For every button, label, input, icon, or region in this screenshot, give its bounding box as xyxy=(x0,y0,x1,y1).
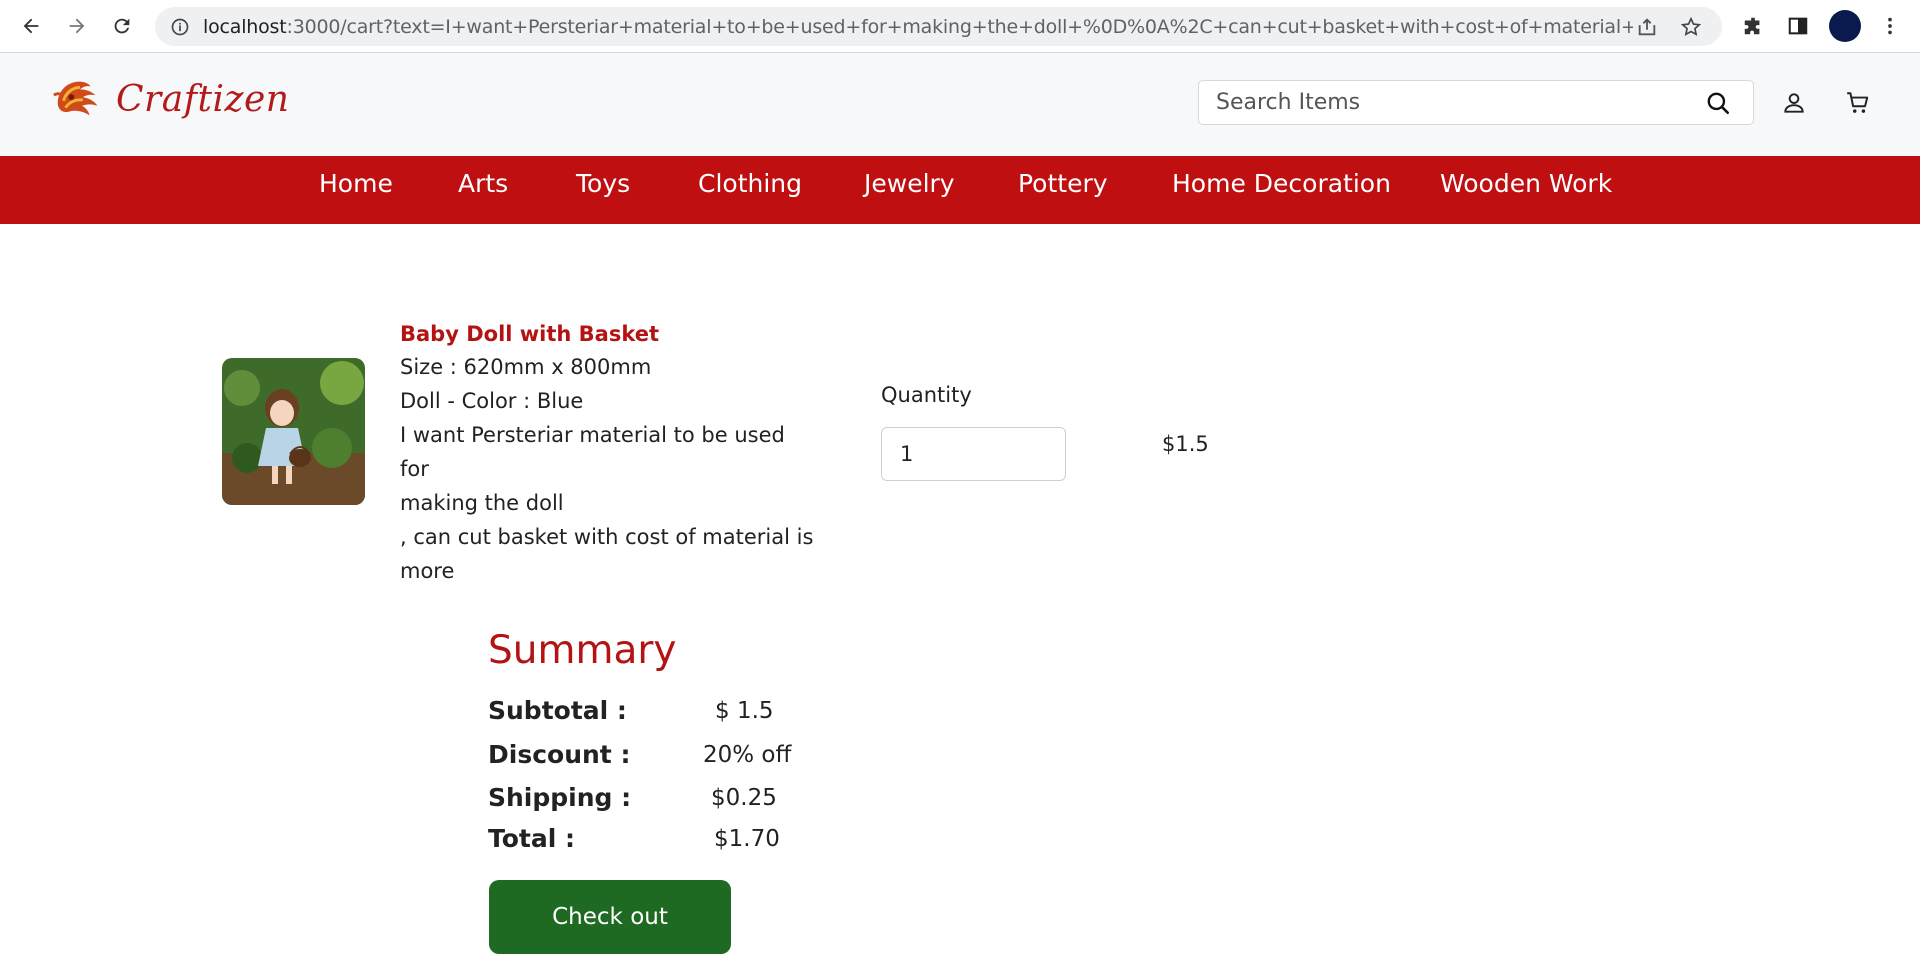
search-bar xyxy=(1198,80,1754,125)
cart-item-details: Baby Doll with Basket Size : 620mm x 800… xyxy=(400,318,820,588)
shipping-label: Shipping : xyxy=(488,783,632,812)
back-button[interactable] xyxy=(16,11,46,41)
discount-value: 20% off xyxy=(703,742,792,768)
nav-item-home[interactable]: Home xyxy=(319,156,393,224)
custom-note-line: making the doll xyxy=(400,491,564,515)
side-panel-icon[interactable] xyxy=(1785,13,1811,39)
shipping-value: $0.25 xyxy=(711,785,777,811)
product-image[interactable] xyxy=(222,358,365,505)
reload-button[interactable] xyxy=(107,11,137,41)
hand-logo-icon xyxy=(53,81,98,116)
quantity-input[interactable] xyxy=(881,427,1066,481)
checkout-button[interactable]: Check out xyxy=(489,880,731,954)
nav-item-jewelry[interactable]: Jewelry xyxy=(864,156,955,224)
profile-avatar[interactable] xyxy=(1829,10,1861,42)
search-icon[interactable] xyxy=(1705,90,1731,116)
site-header: Craftizen xyxy=(0,53,1920,156)
nav-item-home-decoration[interactable]: Home Decoration xyxy=(1172,156,1391,224)
address-bar[interactable]: localhost:3000/cart?text=I+want+Persteri… xyxy=(155,7,1722,46)
user-account-icon[interactable] xyxy=(1781,90,1807,116)
share-icon[interactable] xyxy=(1635,15,1659,39)
total-label: Total : xyxy=(488,824,575,853)
url-text[interactable]: localhost:3000/cart?text=I+want+Persteri… xyxy=(203,16,1633,38)
custom-note-line: , can cut basket with cost of material i… xyxy=(400,525,814,549)
reload-icon xyxy=(114,18,130,34)
nav-item-toys[interactable]: Toys xyxy=(576,156,630,224)
product-size: Size : 620mm x 800mm xyxy=(400,355,652,379)
category-nav: Home Arts Toys Clothing Jewelry Pottery … xyxy=(0,156,1920,224)
item-price: $1.5 xyxy=(1162,432,1209,456)
discount-label: Discount : xyxy=(488,740,631,769)
nav-item-wooden-work[interactable]: Wooden Work xyxy=(1440,156,1612,224)
bookmark-star-icon[interactable] xyxy=(1679,15,1703,39)
subtotal-value: $ 1.5 xyxy=(715,698,774,724)
site-info-icon[interactable] xyxy=(169,16,191,38)
browser-toolbar: localhost:3000/cart?text=I+want+Persteri… xyxy=(0,0,1920,53)
search-input[interactable] xyxy=(1216,90,1686,115)
chrome-menu-icon[interactable] xyxy=(1877,13,1903,39)
subtotal-label: Subtotal : xyxy=(488,696,627,725)
extensions-icon[interactable] xyxy=(1740,13,1766,39)
site-logo[interactable]: Craftizen xyxy=(50,73,289,125)
arrow-left-icon xyxy=(23,18,39,34)
custom-note-line: I want Persteriar material to be used fo… xyxy=(400,423,785,481)
nav-item-pottery[interactable]: Pottery xyxy=(1018,156,1108,224)
quantity-label: Quantity xyxy=(881,383,972,407)
product-title[interactable]: Baby Doll with Basket xyxy=(400,318,820,350)
forward-button[interactable] xyxy=(62,11,92,41)
summary-title: Summary xyxy=(488,628,677,673)
nav-item-clothing[interactable]: Clothing xyxy=(698,156,802,224)
total-value: $1.70 xyxy=(714,826,780,852)
product-color: Doll - Color : Blue xyxy=(400,389,584,413)
arrow-right-icon xyxy=(69,18,85,34)
nav-item-arts[interactable]: Arts xyxy=(458,156,508,224)
logo-text: Craftizen xyxy=(116,78,290,120)
shopping-cart-icon[interactable] xyxy=(1845,90,1871,116)
custom-note-line: more xyxy=(400,559,455,583)
